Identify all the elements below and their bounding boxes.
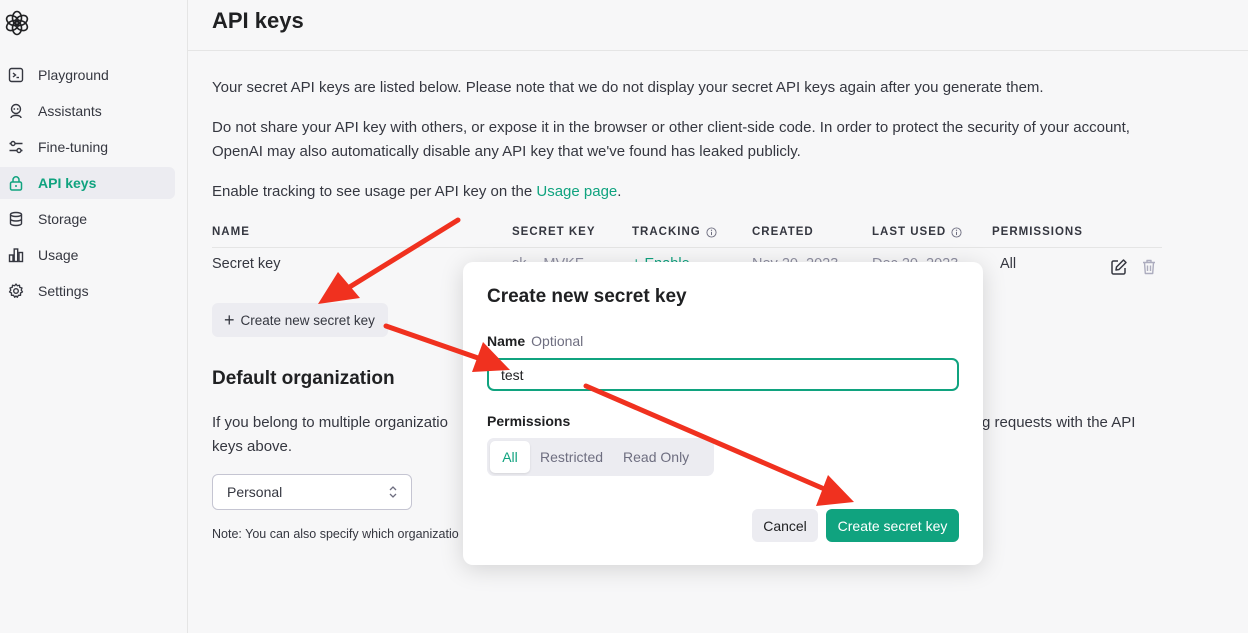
edit-icon[interactable]: [1110, 258, 1128, 276]
plus-icon: +: [224, 310, 235, 330]
database-icon: [8, 211, 24, 227]
column-header-tracking-label: TRACKING: [632, 226, 701, 238]
permission-option-all[interactable]: All: [490, 441, 530, 473]
usage-page-link[interactable]: Usage page: [536, 183, 617, 200]
page-title: API keys: [212, 8, 304, 33]
sidebar-item-label: Assistants: [38, 103, 102, 119]
permission-option-restricted[interactable]: Restricted: [530, 441, 613, 473]
column-header-permissions: PERMISSIONS: [992, 226, 1083, 238]
column-header-last-used: LAST USED: [872, 226, 962, 238]
name-optional-hint: Optional: [531, 333, 584, 349]
page-header: API keys: [188, 0, 1248, 51]
cancel-button[interactable]: Cancel: [752, 509, 818, 542]
robot-icon: [8, 103, 24, 119]
column-header-name: NAME: [212, 226, 250, 238]
info-icon[interactable]: [706, 226, 717, 238]
create-new-secret-key-button[interactable]: + Create new secret key: [212, 303, 388, 337]
keys-table-header: NAME SECRET KEY TRACKING CREATED LAST US…: [212, 224, 1162, 248]
openai-logo-icon[interactable]: [4, 10, 30, 36]
organization-select[interactable]: Personal: [212, 474, 412, 510]
sidebar-item-assistants[interactable]: Assistants: [0, 95, 175, 127]
sidebar-item-label: Usage: [38, 247, 79, 263]
create-key-dialog: Create new secret key Name Optional Permi…: [463, 262, 983, 565]
tracking-prefix: Enable tracking to see usage per API key…: [212, 183, 537, 200]
permissions-segmented-control: All Restricted Read Only: [487, 438, 714, 476]
gear-icon: [8, 283, 24, 299]
trash-icon[interactable]: [1140, 258, 1158, 276]
tracking-text: Enable tracking to see usage per API key…: [212, 180, 1162, 204]
sidebar-item-api-keys[interactable]: API keys: [0, 167, 175, 199]
terminal-icon: [8, 67, 24, 83]
permission-option-read-only[interactable]: Read Only: [613, 441, 699, 473]
create-button-label: Create new secret key: [240, 312, 375, 328]
security-warning-text: Do not share your API key with others, o…: [212, 119, 1130, 160]
column-header-created: CREATED: [752, 226, 814, 238]
info-icon[interactable]: [951, 226, 962, 238]
key-name-input[interactable]: [487, 358, 959, 391]
default-org-description-end: g requests with the API: [982, 414, 1136, 431]
sidebar-item-storage[interactable]: Storage: [0, 203, 175, 235]
lock-icon: [8, 175, 24, 191]
bar-chart-icon: [8, 247, 24, 263]
column-header-last-used-label: LAST USED: [872, 226, 947, 238]
column-header-tracking: TRACKING: [632, 226, 717, 238]
key-name-cell: Secret key: [212, 256, 281, 272]
tracking-suffix: .: [617, 183, 622, 200]
sliders-icon: [8, 139, 24, 155]
name-label: Name: [487, 333, 526, 349]
sidebar: Playground Assistants Fine-tuning API ke…: [0, 0, 188, 633]
dialog-title: Create new secret key: [487, 286, 687, 307]
sidebar-item-fine-tuning[interactable]: Fine-tuning: [0, 131, 175, 163]
sidebar-item-playground[interactable]: Playground: [0, 59, 175, 91]
chevron-up-down-icon: [389, 486, 397, 498]
name-field-label: Name Optional: [487, 333, 583, 349]
organization-note: Note: You can also specify which organiz…: [212, 527, 459, 541]
sidebar-item-label: Settings: [38, 283, 89, 299]
intro-text: Your secret API keys are listed below. P…: [212, 79, 1044, 96]
sidebar-item-label: Playground: [38, 67, 109, 83]
sidebar-item-label: Fine-tuning: [38, 139, 109, 155]
sidebar-item-label: Storage: [38, 211, 88, 227]
column-header-secret-key: SECRET KEY: [512, 226, 596, 238]
sidebar-item-usage[interactable]: Usage: [0, 239, 175, 271]
default-org-description-start: If you belong to multiple organizatio: [212, 414, 448, 431]
permissions-cell: All: [1000, 256, 1017, 272]
permissions-label: Permissions: [487, 413, 571, 429]
create-secret-key-button[interactable]: Create secret key: [826, 509, 959, 542]
organization-select-value: Personal: [227, 484, 283, 500]
sidebar-item-label: API keys: [38, 175, 97, 191]
sidebar-item-settings[interactable]: Settings: [0, 275, 175, 307]
default-organization-title: Default organization: [212, 368, 395, 389]
